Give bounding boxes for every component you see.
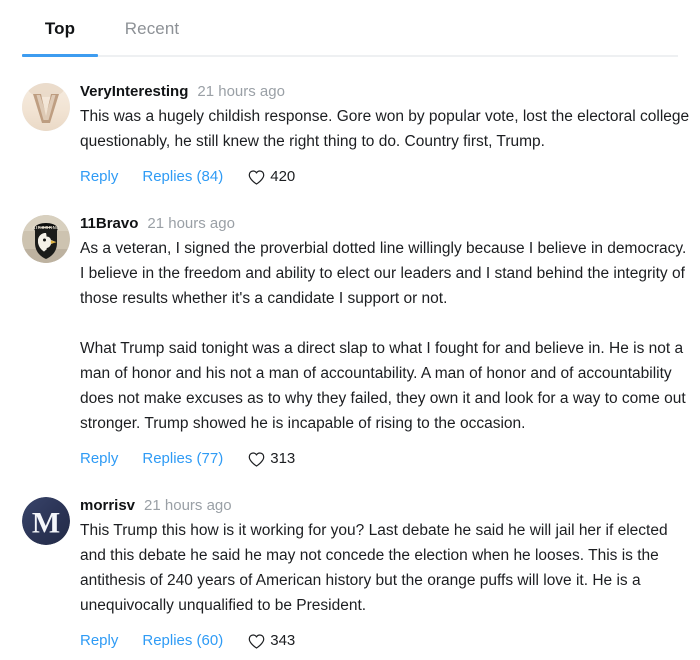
comment-meta: morrisv 21 hours ago [80,496,690,516]
comment-paragraph: As a veteran, I signed the proverbial do… [80,240,687,307]
comment-body: 11Bravo 21 hours ago As a veteran, I sig… [80,213,690,469]
comment-meta: VeryInteresting 21 hours ago [80,82,690,102]
comment-timestamp: 21 hours ago [144,497,232,514]
comment-item: M morrisv 21 hours ago This Trump this h… [22,469,690,651]
tab-top[interactable]: Top [22,0,98,57]
comment-item: AIRBORNE 11Bravo 21 hours ago As a veter… [22,187,690,469]
comment-author[interactable]: VeryInteresting [80,82,188,102]
like-count: 420 [270,168,296,185]
comment-body: VeryInteresting 21 hours ago This was a … [80,81,690,187]
heart-icon [248,451,265,467]
heart-icon [248,633,265,649]
avatar[interactable]: M [22,495,70,545]
comment-timestamp: 21 hours ago [197,83,285,100]
comment-meta: 11Bravo 21 hours ago [80,214,690,234]
avatar[interactable] [22,81,70,131]
comment-paragraph: This Trump this how is it working for yo… [80,522,668,614]
like-count: 313 [270,450,296,467]
comment-sort-tabs: Top Recent [0,0,700,57]
comment-author[interactable]: morrisv [80,496,135,516]
reply-button[interactable]: Reply [80,167,118,187]
replies-link[interactable]: Replies (60) [142,631,223,651]
comment-actions: Reply Replies (60) 343 [80,631,690,651]
comment-text: As a veteran, I signed the proverbial do… [80,236,690,436]
tab-top-label: Top [44,18,76,38]
reply-button[interactable]: Reply [80,449,118,469]
tab-recent-label: Recent [124,18,180,38]
like-button[interactable]: 313 [248,449,295,469]
comment-body: morrisv 21 hours ago This Trump this how… [80,495,690,651]
comment-paragraph: This was a hugely childish response. Gor… [80,108,690,150]
svg-text:M: M [32,507,60,540]
comment-author[interactable]: 11Bravo [80,214,138,234]
comment-item: VeryInteresting 21 hours ago This was a … [22,57,690,187]
tab-active-underline [22,54,98,57]
comment-actions: Reply Replies (84) 420 [80,167,690,187]
comment-text: This Trump this how is it working for yo… [80,518,690,618]
tab-recent[interactable]: Recent [98,0,206,57]
like-count: 343 [270,632,296,649]
comment-list: VeryInteresting 21 hours ago This was a … [0,57,700,651]
comment-actions: Reply Replies (77) 313 [80,449,690,469]
replies-link[interactable]: Replies (84) [142,167,223,187]
like-button[interactable]: 343 [248,631,295,651]
heart-icon [248,169,265,185]
comment-paragraph: What Trump said tonight was a direct sla… [80,340,686,432]
avatar-11bravo-airborne-patch-icon: AIRBORNE [22,215,70,263]
replies-link[interactable]: Replies (77) [142,449,223,469]
svg-text:AIRBORNE: AIRBORNE [32,225,59,230]
comment-text: This was a hugely childish response. Gor… [80,104,690,154]
reply-button[interactable]: Reply [80,631,118,651]
avatar-morrisv-icon: M [22,497,70,545]
comment-timestamp: 21 hours ago [147,215,235,232]
avatar[interactable]: AIRBORNE [22,213,70,263]
like-button[interactable]: 420 [248,167,295,187]
avatar-veryinteresting-icon [22,83,70,131]
